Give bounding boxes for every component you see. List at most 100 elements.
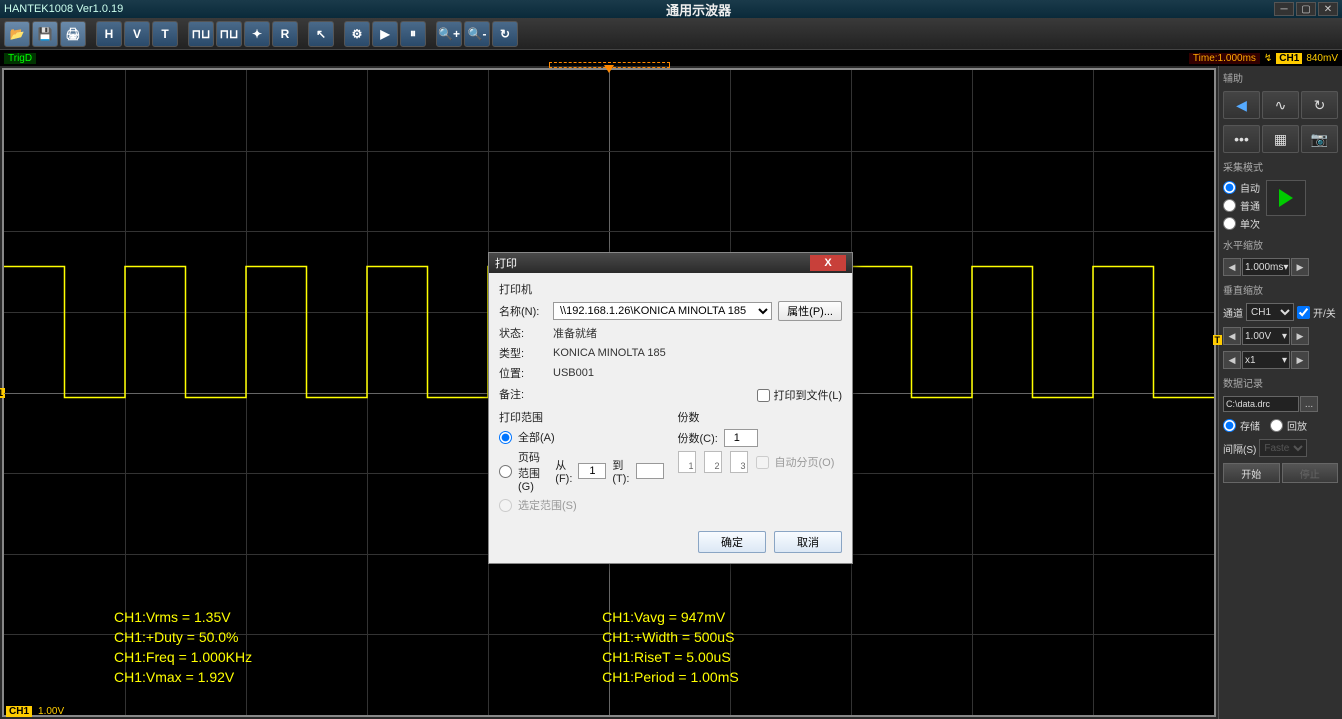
trigger-status: TrigD xyxy=(4,53,36,64)
printer-section-title: 打印机 xyxy=(499,281,842,297)
ok-button[interactable]: 确定 xyxy=(698,531,766,553)
meas-riset: CH1:RiseT = 5.00uS xyxy=(602,649,739,665)
dialog-titlebar[interactable]: 打印 X xyxy=(489,253,852,273)
hscale-right-button[interactable]: ▶ xyxy=(1291,258,1309,276)
aux-title: 辅助 xyxy=(1223,70,1338,85)
save-button[interactable]: 💾 xyxy=(32,21,58,47)
pause-button[interactable]: ⏸ xyxy=(400,21,426,47)
acq-single-radio[interactable]: 单次 xyxy=(1223,216,1260,231)
r-button[interactable]: R xyxy=(272,21,298,47)
maximize-button[interactable]: ▢ xyxy=(1296,2,1316,16)
math-button[interactable]: ✦ xyxy=(244,21,270,47)
run-button[interactable]: ▶ xyxy=(372,21,398,47)
cursor-button[interactable]: ↖ xyxy=(308,21,334,47)
log-title: 数据记录 xyxy=(1223,375,1338,390)
status-value: 准备就绪 xyxy=(553,325,597,341)
more-button[interactable]: ••• xyxy=(1223,125,1260,153)
channel-label: 通道 xyxy=(1223,305,1243,320)
log-path-input[interactable] xyxy=(1223,396,1299,412)
interval-label: 间隔(S) xyxy=(1223,441,1256,456)
close-button[interactable]: ✕ xyxy=(1318,2,1338,16)
reset-zoom-button[interactable]: ↻ xyxy=(492,21,518,47)
to-input[interactable] xyxy=(636,463,664,479)
properties-button[interactable]: 属性(P)... xyxy=(778,301,842,321)
dialog-title: 打印 xyxy=(495,255,517,271)
qr-button[interactable]: ▦ xyxy=(1262,125,1299,153)
cursor2-button[interactable]: ⊓⊔ xyxy=(216,21,242,47)
print-to-file-label: 打印到文件(L) xyxy=(774,387,842,403)
back-button[interactable]: ◀ xyxy=(1223,91,1260,119)
meas-vrms: CH1:Vrms = 1.35V xyxy=(114,609,252,625)
t-button[interactable]: T xyxy=(152,21,178,47)
acq-normal-radio[interactable]: 普通 xyxy=(1223,198,1260,213)
dialog-close-button[interactable]: X xyxy=(810,255,846,271)
measurements: CH1:Vrms = 1.35V CH1:+Duty = 50.0% CH1:F… xyxy=(4,609,1214,685)
printer-select[interactable]: \\192.168.1.26\KONICA MINOLTA 185 xyxy=(553,302,772,320)
onoff-label: 开/关 xyxy=(1313,305,1336,320)
hscale-value[interactable]: 1.000ms▾ xyxy=(1242,258,1290,276)
ch1-badge: CH1 xyxy=(1276,53,1302,64)
refresh-button[interactable]: ↻ xyxy=(1301,91,1338,119)
cursor1-button[interactable]: ⊓⊔ xyxy=(188,21,214,47)
playback-radio[interactable]: 回放 xyxy=(1270,418,1307,433)
copies-label: 份数(C): xyxy=(678,430,718,446)
print-dialog: 打印 X 打印机 名称(N): \\192.168.1.26\KONICA MI… xyxy=(488,252,853,564)
cancel-button[interactable]: 取消 xyxy=(774,531,842,553)
acq-auto-radio[interactable]: 自动 xyxy=(1223,180,1260,195)
statusbar: TrigD Time:1.000ms ↯ CH1 840mV xyxy=(0,50,1342,66)
footer-vdiv: 1.00V xyxy=(38,706,64,717)
type-value: KONICA MINOLTA 185 xyxy=(553,347,666,359)
range-selection-radio: 选定范围(S) xyxy=(499,497,664,513)
stop-log-button: 停止 xyxy=(1282,463,1339,483)
open-button[interactable]: 📂 xyxy=(4,21,30,47)
browse-button[interactable]: ... xyxy=(1300,396,1318,412)
minimize-button[interactable]: ─ xyxy=(1274,2,1294,16)
h-button[interactable]: H xyxy=(96,21,122,47)
mult-value[interactable]: x1▾ xyxy=(1242,351,1290,369)
auto-button[interactable]: ⚙ xyxy=(344,21,370,47)
vdiv-right-button[interactable]: ▶ xyxy=(1291,327,1309,345)
status-label: 状态: xyxy=(499,325,547,341)
meas-vavg: CH1:Vavg = 947mV xyxy=(602,609,739,625)
collate-checkbox xyxy=(756,456,769,469)
where-label: 位置: xyxy=(499,365,547,381)
sidebar: 辅助 ◀ ∿ ↻ ••• ▦ 📷 采集模式 自动 普通 单次 水平缩放 ◀ 1.… xyxy=(1218,66,1342,719)
interval-select[interactable]: Fastest xyxy=(1259,439,1307,457)
collate-icon: 1 xyxy=(678,451,696,473)
titlebar: HANTEK1008 Ver1.0.19 通用示波器 ─ ▢ ✕ xyxy=(0,0,1342,18)
wave-button[interactable]: ∿ xyxy=(1262,91,1299,119)
copies-title: 份数 xyxy=(678,409,843,425)
name-label: 名称(N): xyxy=(499,303,547,319)
store-radio[interactable]: 存储 xyxy=(1223,418,1260,433)
app-title: 通用示波器 xyxy=(666,0,731,19)
range-pages-radio[interactable]: 页码范围(G) 从(F): 到(T): xyxy=(499,449,664,493)
trigger-marker-icon[interactable] xyxy=(604,65,614,73)
vdiv-value[interactable]: 1.00V▾ xyxy=(1242,327,1290,345)
channel-select[interactable]: CH1 xyxy=(1246,303,1294,321)
hscale-left-button[interactable]: ◀ xyxy=(1223,258,1241,276)
camera-button[interactable]: 📷 xyxy=(1301,125,1338,153)
print-to-file-checkbox[interactable] xyxy=(757,389,770,402)
range-title: 打印范围 xyxy=(499,409,664,425)
print-button[interactable]: 🖨 xyxy=(60,21,86,47)
from-input[interactable] xyxy=(578,463,606,479)
mult-left-button[interactable]: ◀ xyxy=(1223,351,1241,369)
v-button[interactable]: V xyxy=(124,21,150,47)
meas-period: CH1:Period = 1.00mS xyxy=(602,669,739,685)
zoom-in-button[interactable]: 🔍+ xyxy=(436,21,462,47)
meas-width: CH1:+Width = 500uS xyxy=(602,629,739,645)
start-log-button[interactable]: 开始 xyxy=(1223,463,1280,483)
meas-duty: CH1:+Duty = 50.0% xyxy=(114,629,252,645)
acq-title: 采集模式 xyxy=(1223,159,1338,174)
meas-vmax: CH1:Vmax = 1.92V xyxy=(114,669,252,685)
range-all-radio[interactable]: 全部(A) xyxy=(499,429,664,445)
type-label: 类型: xyxy=(499,345,547,361)
run-acquisition-button[interactable] xyxy=(1266,180,1306,216)
vdiv-left-button[interactable]: ◀ xyxy=(1223,327,1241,345)
timebase-badge: Time:1.000ms xyxy=(1189,53,1260,64)
copies-input[interactable] xyxy=(724,429,758,447)
comment-label: 备注: xyxy=(499,386,547,402)
mult-right-button[interactable]: ▶ xyxy=(1291,351,1309,369)
zoom-out-button[interactable]: 🔍- xyxy=(464,21,490,47)
channel-onoff-checkbox[interactable] xyxy=(1297,306,1310,319)
